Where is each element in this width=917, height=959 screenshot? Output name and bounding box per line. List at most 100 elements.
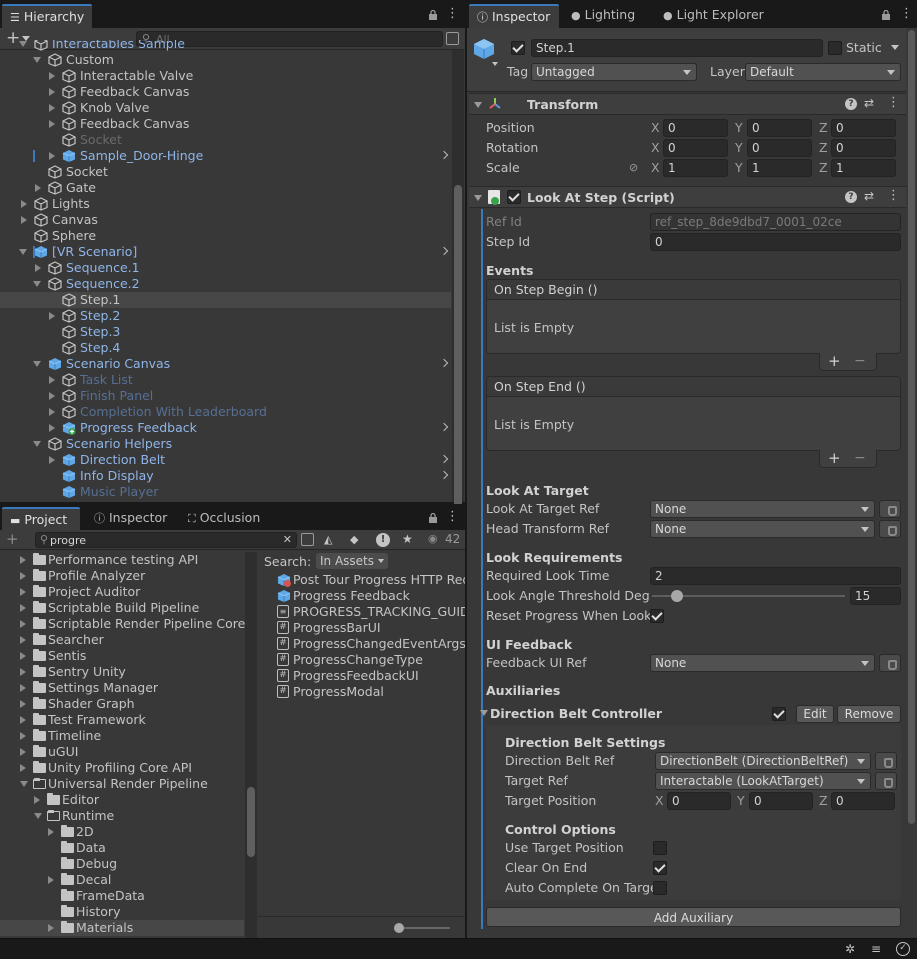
expand-down-icon[interactable] — [19, 249, 27, 255]
expand-right-icon[interactable] — [49, 456, 55, 464]
hierarchy-item[interactable]: Socket — [0, 132, 451, 148]
lock-icon[interactable] — [428, 513, 438, 523]
remove-button[interactable]: Remove — [837, 705, 901, 723]
step-id-field[interactable]: 0 — [650, 233, 901, 251]
look-angle-slider-handle[interactable] — [671, 590, 684, 602]
hierarchy-item[interactable]: Scenario Helpers — [0, 436, 451, 452]
object-picker-icon[interactable] — [879, 500, 901, 518]
hierarchy-item[interactable]: Gate — [0, 180, 451, 196]
folder-tree-item[interactable]: uGUI — [0, 744, 244, 760]
folder-tree-item[interactable]: Sentis — [0, 648, 244, 664]
hierarchy-item[interactable]: Canvas — [0, 212, 451, 228]
filter-type-icon[interactable]: ◭ — [324, 533, 332, 546]
expand-right-icon[interactable] — [20, 620, 26, 628]
axis-label-z[interactable]: Z — [819, 793, 828, 809]
help-icon[interactable]: ? — [845, 98, 857, 110]
hierarchy-item[interactable]: Music Player — [0, 484, 451, 500]
hierarchy-item[interactable]: Knob Valve — [0, 100, 451, 116]
feedback-ui-ref-field[interactable]: None — [650, 654, 875, 672]
open-prefab-chevron-icon[interactable] — [439, 150, 449, 160]
add-icon[interactable]: + — [6, 531, 19, 547]
hierarchy-item[interactable]: Feedback Canvas — [0, 116, 451, 132]
hierarchy-item[interactable]: Direction Belt — [0, 452, 451, 468]
static-checkbox[interactable] — [828, 41, 842, 55]
use-target-position-checkbox[interactable] — [653, 841, 667, 855]
folder-tree-item[interactable]: Searcher — [0, 632, 244, 648]
search-result-item[interactable]: # ProgressFeedbackUI — [258, 668, 465, 684]
hierarchy-item[interactable]: Scenario Canvas — [0, 356, 451, 372]
lock-icon[interactable] — [428, 10, 438, 20]
open-prefab-chevron-icon[interactable] — [439, 358, 449, 368]
tab-occlusion[interactable]: ⛶ Occlusion — [180, 507, 268, 531]
folder-tree-item[interactable]: Shader Graph — [0, 696, 244, 712]
hierarchy-item[interactable]: Lights — [0, 196, 451, 212]
folder-tree-item[interactable]: FrameData — [0, 888, 244, 904]
axis-label-x[interactable]: X — [651, 160, 660, 176]
hierarchy-scrollbar[interactable] — [452, 50, 464, 510]
folder-tree-item[interactable]: Runtime — [0, 808, 244, 824]
expand-right-icon[interactable] — [35, 184, 41, 192]
object-picker-icon[interactable] — [875, 752, 897, 770]
expand-right-icon[interactable] — [20, 764, 26, 772]
expand-down-icon[interactable] — [33, 57, 41, 63]
expand-down-icon[interactable] — [33, 441, 41, 447]
lock-icon[interactable] — [881, 10, 891, 20]
folder-tree-item[interactable]: Debug — [0, 856, 244, 872]
expand-right-icon[interactable] — [20, 556, 26, 564]
auto-complete-checkbox[interactable] — [653, 881, 667, 895]
folder-tree-item[interactable]: Unity Profiling Core API — [0, 760, 244, 776]
position-z-field[interactable]: 0 — [831, 119, 896, 137]
expand-right-icon[interactable] — [20, 668, 26, 676]
expand-right-icon[interactable] — [20, 588, 26, 596]
hierarchy-item[interactable]: Interactable Valve — [0, 68, 451, 84]
expand-right-icon[interactable] — [20, 716, 26, 724]
folder-tree-item[interactable]: 2D — [0, 824, 244, 840]
folder-tree-item[interactable]: History — [0, 904, 244, 920]
hierarchy-item[interactable]: Sequence.2 — [0, 276, 451, 292]
open-prefab-chevron-icon[interactable] — [439, 454, 449, 464]
chevron-down-icon[interactable] — [891, 45, 899, 50]
expand-right-icon[interactable] — [49, 376, 55, 384]
add-listener-button[interactable]: + — [828, 450, 841, 466]
folder-tree-item[interactable]: Settings Manager — [0, 680, 244, 696]
position-x-field[interactable]: 0 — [663, 119, 728, 137]
hierarchy-item[interactable]: Step.3 — [0, 324, 451, 340]
scrollbar-thumb[interactable] — [247, 787, 255, 857]
axis-label-z[interactable]: Z — [819, 160, 828, 176]
search-scope-dropdown[interactable]: In Assets — [316, 553, 389, 569]
scrollbar-thumb[interactable] — [454, 185, 462, 510]
rotation-x-field[interactable]: 0 — [663, 139, 728, 157]
script-enabled-checkbox[interactable] — [507, 190, 521, 204]
scene-search-icon[interactable] — [301, 533, 314, 546]
hierarchy-item[interactable]: Custom — [0, 52, 451, 68]
hierarchy-item[interactable]: Task List — [0, 372, 451, 388]
scale-z-field[interactable]: 1 — [831, 159, 896, 177]
expand-right-icon[interactable] — [20, 732, 26, 740]
folder-tree-item[interactable]: Test Framework — [0, 712, 244, 728]
look-angle-field[interactable]: 15 — [850, 587, 901, 605]
hierarchy-item[interactable]: Feedback Canvas — [0, 84, 451, 100]
expand-right-icon[interactable] — [20, 572, 26, 580]
tab-light-explorer[interactable]: ● Light Explorer — [655, 4, 772, 28]
hierarchy-item[interactable]: Info Display — [0, 468, 451, 484]
tab-lighting[interactable]: ● Lighting — [563, 4, 643, 28]
clear-search-icon[interactable]: ✕ — [283, 533, 292, 546]
folder-tree-item[interactable]: Scriptable Build Pipeline — [0, 600, 244, 616]
expand-right-icon[interactable] — [35, 264, 41, 272]
position-y-field[interactable]: 0 — [747, 119, 812, 137]
object-picker-icon[interactable] — [879, 520, 901, 538]
hierarchy-item[interactable]: Step.2 — [0, 308, 451, 324]
tab-inspector[interactable]: ⓘ Inspector — [469, 4, 559, 28]
expand-right-icon[interactable] — [49, 152, 55, 160]
tab-project[interactable]: ▬ Project — [2, 507, 80, 531]
folder-tree-item[interactable]: Timeline — [0, 728, 244, 744]
expand-right-icon[interactable] — [48, 828, 54, 836]
progress-check-icon[interactable]: ✓ — [896, 942, 910, 956]
add-listener-button[interactable]: + — [828, 353, 841, 369]
expand-right-icon[interactable] — [34, 796, 40, 804]
chevron-down-icon[interactable] — [492, 62, 498, 66]
head-transform-ref-field[interactable]: None — [650, 520, 875, 538]
open-prefab-chevron-icon[interactable] — [439, 470, 449, 480]
expand-right-icon[interactable] — [21, 216, 27, 224]
expand-right-icon[interactable] — [20, 748, 26, 756]
